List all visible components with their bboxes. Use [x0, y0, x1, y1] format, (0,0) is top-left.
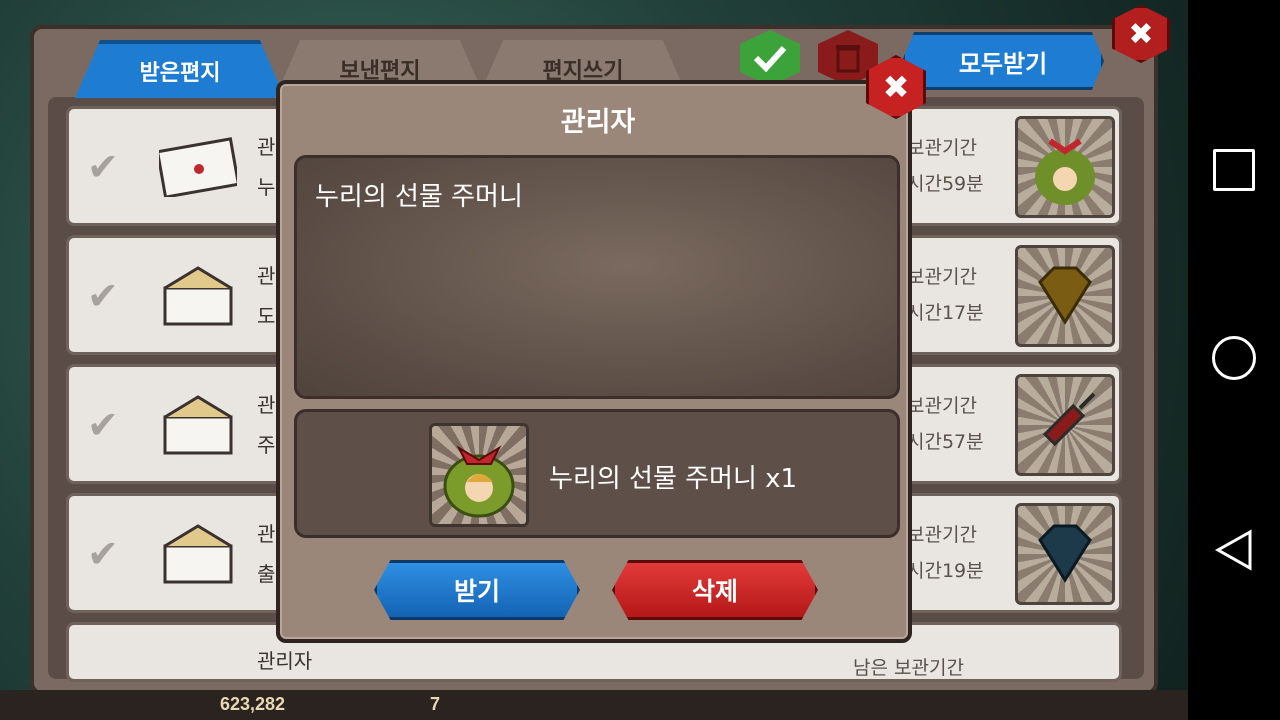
- mail-expire-time: 시간17분: [907, 302, 984, 324]
- open-envelope-icon: [163, 266, 233, 326]
- close-icon: ✖: [1128, 16, 1154, 52]
- mail-expire-time: 시간59분: [907, 173, 984, 195]
- gold-diamond-icon: [1015, 245, 1115, 347]
- mail-sender: 관: [257, 264, 276, 288]
- reward-text: 누리의 선물 주머니 x1: [549, 464, 798, 494]
- close-icon: ✖: [882, 68, 910, 106]
- open-envelope-icon: [163, 524, 233, 584]
- blue-diamond-icon: [1015, 503, 1115, 605]
- reward-box: 누리의 선물 주머니 x1: [294, 409, 900, 538]
- gift-bag-icon: [1015, 116, 1115, 218]
- back-icon[interactable]: [1212, 528, 1256, 572]
- open-envelope-icon: [163, 395, 233, 455]
- checkmark-icon[interactable]: ✔: [87, 274, 137, 318]
- recent-apps-icon[interactable]: [1213, 149, 1255, 191]
- checkmark-icon[interactable]: ✔: [87, 532, 137, 576]
- mail-sender: 관: [257, 522, 276, 546]
- receive-button[interactable]: 받기: [374, 560, 580, 620]
- mail-sender: 관리자: [257, 649, 313, 673]
- mail-expire-label: 보관기간: [907, 266, 977, 288]
- receive-all-button[interactable]: 모두받기: [902, 32, 1104, 90]
- dialog-message: 누리의 선물 주머니: [315, 182, 523, 212]
- tab-received-mail[interactable]: 받은편지: [75, 40, 285, 98]
- resource-bar: 623,282 7: [0, 690, 1188, 720]
- checkmark-icon[interactable]: ✔: [87, 403, 137, 447]
- trash-icon: [836, 45, 860, 73]
- delete-button[interactable]: 삭제: [612, 560, 818, 620]
- mail-expire-label: 보관기간: [907, 524, 977, 546]
- mail-subject: 출: [257, 562, 276, 586]
- gold-count: 623,282: [220, 694, 286, 714]
- dialog-message-box: 누리의 선물 주머니: [294, 155, 900, 399]
- home-icon[interactable]: [1212, 336, 1256, 380]
- mail-expire-time: 시간19분: [907, 560, 984, 582]
- mail-subject: 누: [257, 175, 276, 199]
- mail-expire-time: 시간57분: [907, 431, 984, 453]
- mail-subject: 주: [257, 433, 276, 457]
- dialog-title: 관리자: [560, 107, 636, 138]
- checkmark-icon: [753, 45, 787, 72]
- mail-expire-label: 남은 보관기간: [853, 657, 964, 679]
- mail-detail-dialog: 관리자 누리의 선물 주머니 누리의 선물 주머니 x1 받기 삭제: [276, 80, 912, 643]
- mail-sender: 관: [257, 393, 276, 417]
- sealed-envelope-icon: [159, 137, 237, 197]
- mail-expire-label: 보관기간: [907, 137, 977, 159]
- mail-subject: 도: [257, 304, 276, 328]
- gem-count: 7: [430, 694, 441, 714]
- syringe-icon: [1015, 374, 1115, 476]
- mail-expire-label: 보관기간: [907, 395, 977, 417]
- checkmark-icon[interactable]: ✔: [87, 145, 137, 189]
- gift-bag-icon: [429, 423, 529, 527]
